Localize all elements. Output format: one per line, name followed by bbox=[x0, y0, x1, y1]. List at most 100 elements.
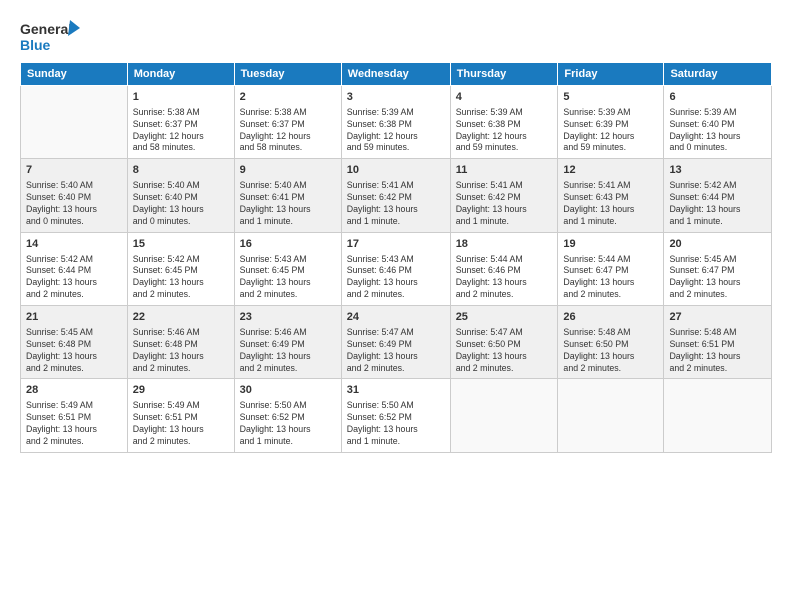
calendar-cell: 4 Sunrise: 5:39 AM Sunset: 6:38 PM Daylig… bbox=[450, 86, 558, 159]
calendar-week-row: 28 Sunrise: 5:49 AM Sunset: 6:51 PM Dayli… bbox=[21, 379, 772, 452]
calendar-cell: 30Sunrise: 5:50 AM Sunset: 6:52 PM Dayli… bbox=[234, 379, 341, 452]
day-info: Sunrise: 5:48 AM Sunset: 6:50 PM Dayligh… bbox=[563, 327, 658, 375]
calendar-header-wednesday: Wednesday bbox=[341, 63, 450, 86]
day-number: 1 bbox=[133, 90, 229, 105]
day-number: 9 bbox=[240, 163, 336, 178]
day-number: 16 bbox=[240, 237, 336, 252]
day-info: Sunrise: 5:40 AM Sunset: 6:41 PM Dayligh… bbox=[240, 180, 336, 228]
day-info: Sunrise: 5:39 AM Sunset: 6:40 PM Dayligh… bbox=[669, 107, 766, 155]
calendar-cell: 16Sunrise: 5:43 AM Sunset: 6:45 PM Dayli… bbox=[234, 232, 341, 305]
calendar-header-thursday: Thursday bbox=[450, 63, 558, 86]
day-info: Sunrise: 5:49 AM Sunset: 6:51 PM Dayligh… bbox=[133, 400, 229, 448]
calendar-cell: 26 Sunrise: 5:48 AM Sunset: 6:50 PM Dayli… bbox=[558, 306, 664, 379]
day-number: 19 bbox=[563, 237, 658, 252]
calendar-cell: 9 Sunrise: 5:40 AM Sunset: 6:41 PM Daylig… bbox=[234, 159, 341, 232]
calendar-week-row: 14 Sunrise: 5:42 AM Sunset: 6:44 PM Dayli… bbox=[21, 232, 772, 305]
calendar-cell: 14 Sunrise: 5:42 AM Sunset: 6:44 PM Dayli… bbox=[21, 232, 128, 305]
calendar-page: GeneralBlue SundayMondayTuesdayWednesday… bbox=[0, 0, 792, 612]
day-info: Sunrise: 5:45 AM Sunset: 6:47 PM Dayligh… bbox=[669, 254, 766, 302]
day-number: 27 bbox=[669, 310, 766, 325]
day-number: 13 bbox=[669, 163, 766, 178]
calendar-week-row: 21Sunrise: 5:45 AM Sunset: 6:48 PM Dayli… bbox=[21, 306, 772, 379]
calendar-header-sunday: Sunday bbox=[21, 63, 128, 86]
day-number: 28 bbox=[26, 383, 122, 398]
calendar-cell: 29 Sunrise: 5:49 AM Sunset: 6:51 PM Dayli… bbox=[127, 379, 234, 452]
header: GeneralBlue bbox=[20, 18, 772, 54]
day-number: 20 bbox=[669, 237, 766, 252]
day-number: 14 bbox=[26, 237, 122, 252]
day-number: 11 bbox=[456, 163, 553, 178]
day-info: Sunrise: 5:42 AM Sunset: 6:45 PM Dayligh… bbox=[133, 254, 229, 302]
calendar-cell: 27 Sunrise: 5:48 AM Sunset: 6:51 PM Dayli… bbox=[664, 306, 772, 379]
day-info: Sunrise: 5:44 AM Sunset: 6:46 PM Dayligh… bbox=[456, 254, 553, 302]
day-info: Sunrise: 5:39 AM Sunset: 6:38 PM Dayligh… bbox=[456, 107, 553, 155]
day-info: Sunrise: 5:49 AM Sunset: 6:51 PM Dayligh… bbox=[26, 400, 122, 448]
logo-svg: GeneralBlue bbox=[20, 18, 80, 54]
calendar-cell: 23Sunrise: 5:46 AM Sunset: 6:49 PM Dayli… bbox=[234, 306, 341, 379]
day-number: 31 bbox=[347, 383, 445, 398]
day-info: Sunrise: 5:47 AM Sunset: 6:49 PM Dayligh… bbox=[347, 327, 445, 375]
day-number: 4 bbox=[456, 90, 553, 105]
day-number: 26 bbox=[563, 310, 658, 325]
day-number: 5 bbox=[563, 90, 658, 105]
day-info: Sunrise: 5:41 AM Sunset: 6:43 PM Dayligh… bbox=[563, 180, 658, 228]
calendar-cell bbox=[21, 86, 128, 159]
day-number: 23 bbox=[240, 310, 336, 325]
calendar-cell: 31 Sunrise: 5:50 AM Sunset: 6:52 PM Dayli… bbox=[341, 379, 450, 452]
calendar-cell: 7 Sunrise: 5:40 AM Sunset: 6:40 PM Daylig… bbox=[21, 159, 128, 232]
day-number: 22 bbox=[133, 310, 229, 325]
day-number: 6 bbox=[669, 90, 766, 105]
calendar-cell: 15Sunrise: 5:42 AM Sunset: 6:45 PM Dayli… bbox=[127, 232, 234, 305]
calendar-header-saturday: Saturday bbox=[664, 63, 772, 86]
day-info: Sunrise: 5:50 AM Sunset: 6:52 PM Dayligh… bbox=[347, 400, 445, 448]
calendar-header-tuesday: Tuesday bbox=[234, 63, 341, 86]
day-info: Sunrise: 5:42 AM Sunset: 6:44 PM Dayligh… bbox=[26, 254, 122, 302]
calendar-cell: 20 Sunrise: 5:45 AM Sunset: 6:47 PM Dayli… bbox=[664, 232, 772, 305]
calendar-table: SundayMondayTuesdayWednesdayThursdayFrid… bbox=[20, 62, 772, 453]
calendar-cell: 25Sunrise: 5:47 AM Sunset: 6:50 PM Dayli… bbox=[450, 306, 558, 379]
calendar-cell bbox=[664, 379, 772, 452]
day-number: 7 bbox=[26, 163, 122, 178]
calendar-cell: 13 Sunrise: 5:42 AM Sunset: 6:44 PM Dayli… bbox=[664, 159, 772, 232]
day-number: 12 bbox=[563, 163, 658, 178]
day-number: 24 bbox=[347, 310, 445, 325]
calendar-week-row: 7 Sunrise: 5:40 AM Sunset: 6:40 PM Daylig… bbox=[21, 159, 772, 232]
day-number: 18 bbox=[456, 237, 553, 252]
svg-text:General: General bbox=[20, 21, 72, 37]
day-info: Sunrise: 5:40 AM Sunset: 6:40 PM Dayligh… bbox=[26, 180, 122, 228]
day-number: 17 bbox=[347, 237, 445, 252]
calendar-week-row: 1 Sunrise: 5:38 AM Sunset: 6:37 PM Daylig… bbox=[21, 86, 772, 159]
calendar-cell: 3Sunrise: 5:39 AM Sunset: 6:38 PM Daylig… bbox=[341, 86, 450, 159]
calendar-cell: 1 Sunrise: 5:38 AM Sunset: 6:37 PM Daylig… bbox=[127, 86, 234, 159]
day-info: Sunrise: 5:38 AM Sunset: 6:37 PM Dayligh… bbox=[240, 107, 336, 155]
day-info: Sunrise: 5:46 AM Sunset: 6:48 PM Dayligh… bbox=[133, 327, 229, 375]
day-info: Sunrise: 5:38 AM Sunset: 6:37 PM Dayligh… bbox=[133, 107, 229, 155]
day-number: 3 bbox=[347, 90, 445, 105]
calendar-cell: 17 Sunrise: 5:43 AM Sunset: 6:46 PM Dayli… bbox=[341, 232, 450, 305]
day-info: Sunrise: 5:50 AM Sunset: 6:52 PM Dayligh… bbox=[240, 400, 336, 448]
day-info: Sunrise: 5:41 AM Sunset: 6:42 PM Dayligh… bbox=[347, 180, 445, 228]
day-number: 10 bbox=[347, 163, 445, 178]
calendar-cell: 24 Sunrise: 5:47 AM Sunset: 6:49 PM Dayli… bbox=[341, 306, 450, 379]
day-info: Sunrise: 5:48 AM Sunset: 6:51 PM Dayligh… bbox=[669, 327, 766, 375]
calendar-cell: 22 Sunrise: 5:46 AM Sunset: 6:48 PM Dayli… bbox=[127, 306, 234, 379]
day-info: Sunrise: 5:42 AM Sunset: 6:44 PM Dayligh… bbox=[669, 180, 766, 228]
calendar-cell: 2 Sunrise: 5:38 AM Sunset: 6:37 PM Daylig… bbox=[234, 86, 341, 159]
day-info: Sunrise: 5:44 AM Sunset: 6:47 PM Dayligh… bbox=[563, 254, 658, 302]
day-info: Sunrise: 5:43 AM Sunset: 6:46 PM Dayligh… bbox=[347, 254, 445, 302]
svg-text:Blue: Blue bbox=[20, 37, 51, 53]
day-number: 25 bbox=[456, 310, 553, 325]
day-number: 29 bbox=[133, 383, 229, 398]
calendar-header-friday: Friday bbox=[558, 63, 664, 86]
day-info: Sunrise: 5:40 AM Sunset: 6:40 PM Dayligh… bbox=[133, 180, 229, 228]
calendar-header-monday: Monday bbox=[127, 63, 234, 86]
calendar-cell bbox=[558, 379, 664, 452]
calendar-cell: 12 Sunrise: 5:41 AM Sunset: 6:43 PM Dayli… bbox=[558, 159, 664, 232]
day-number: 8 bbox=[133, 163, 229, 178]
day-number: 2 bbox=[240, 90, 336, 105]
calendar-cell bbox=[450, 379, 558, 452]
calendar-cell: 19 Sunrise: 5:44 AM Sunset: 6:47 PM Dayli… bbox=[558, 232, 664, 305]
calendar-cell: 8 Sunrise: 5:40 AM Sunset: 6:40 PM Daylig… bbox=[127, 159, 234, 232]
day-number: 21 bbox=[26, 310, 122, 325]
calendar-header-row: SundayMondayTuesdayWednesdayThursdayFrid… bbox=[21, 63, 772, 86]
